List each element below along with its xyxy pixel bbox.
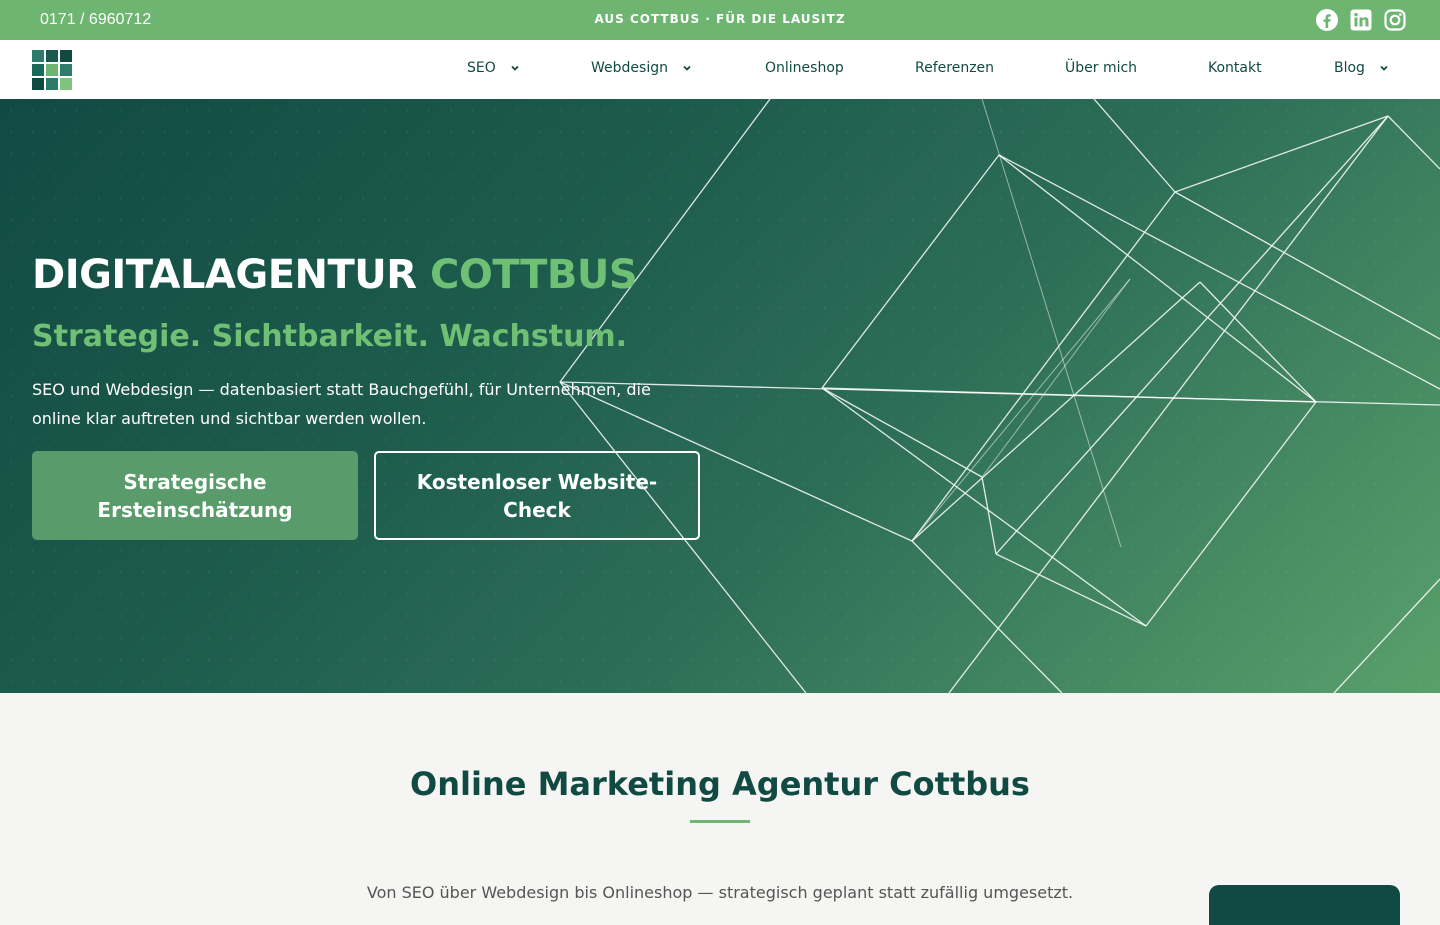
- button-label: Strategische Ersteinschätzung: [97, 469, 293, 522]
- nav-item-referenzen[interactable]: Referenzen: [915, 60, 994, 76]
- hero-title-main: DIGITALAGENTUR: [32, 252, 417, 298]
- facebook-icon[interactable]: [1315, 8, 1339, 32]
- nav-item-webdesign[interactable]: Webdesign: [591, 60, 692, 76]
- main-nav: SEO Webdesign Onlineshop Referenzen Über…: [0, 40, 1440, 99]
- floating-contact-button[interactable]: [1209, 885, 1400, 925]
- social-links: [1315, 8, 1407, 32]
- button-label: Kostenloser Website-Check: [416, 469, 658, 522]
- section-title: Online Marketing Agentur Cottbus: [410, 765, 1030, 803]
- strategy-assessment-button[interactable]: Strategische Ersteinschätzung: [32, 451, 358, 540]
- nav-item-label: SEO: [467, 60, 496, 76]
- nav-item-label: Onlineshop: [765, 60, 844, 76]
- nav-item-onlineshop[interactable]: Onlineshop: [765, 60, 844, 76]
- nav-item-label: Webdesign: [591, 60, 668, 76]
- chevron-down-icon: [1380, 65, 1388, 71]
- hero-section: DIGITALAGENTUR COTTBUS Strategie. Sichtb…: [0, 99, 1440, 693]
- nav-item-label: Referenzen: [915, 60, 995, 76]
- nav-item-seo[interactable]: SEO: [467, 60, 520, 76]
- hero-subtitle: Strategie. Sichtbarkeit. Wachstum.: [32, 319, 628, 354]
- instagram-icon[interactable]: [1383, 8, 1407, 32]
- hero-title: DIGITALAGENTUR COTTBUS: [32, 251, 638, 299]
- hero-lead-text: SEO und Webdesign — datenbasiert statt B…: [32, 380, 651, 428]
- nav-item-label: Blog: [1334, 60, 1365, 76]
- chevron-down-icon: [683, 65, 691, 71]
- nav-item-label: Über mich: [1065, 60, 1138, 76]
- chevron-down-icon: [511, 65, 519, 71]
- top-bar: 0171 / 6960712 AUS COTTBUS · FÜR DIE LAU…: [0, 0, 1440, 40]
- website-check-button[interactable]: Kostenloser Website-Check: [374, 451, 700, 540]
- hero-title-accent: COTTBUS: [430, 252, 638, 298]
- nav-item-label: Kontakt: [1208, 60, 1262, 76]
- title-underline: [690, 820, 750, 823]
- main-header: SEO Webdesign Onlineshop Referenzen Über…: [0, 40, 1440, 99]
- nav-item-blog[interactable]: Blog: [1334, 60, 1389, 76]
- tagline: AUS COTTBUS · FÜR DIE LAUSITZ: [594, 12, 846, 26]
- linkedin-icon[interactable]: [1349, 8, 1373, 32]
- nav-item-kontakt[interactable]: Kontakt: [1208, 60, 1262, 76]
- nav-item-ueber-mich[interactable]: Über mich: [1065, 60, 1137, 76]
